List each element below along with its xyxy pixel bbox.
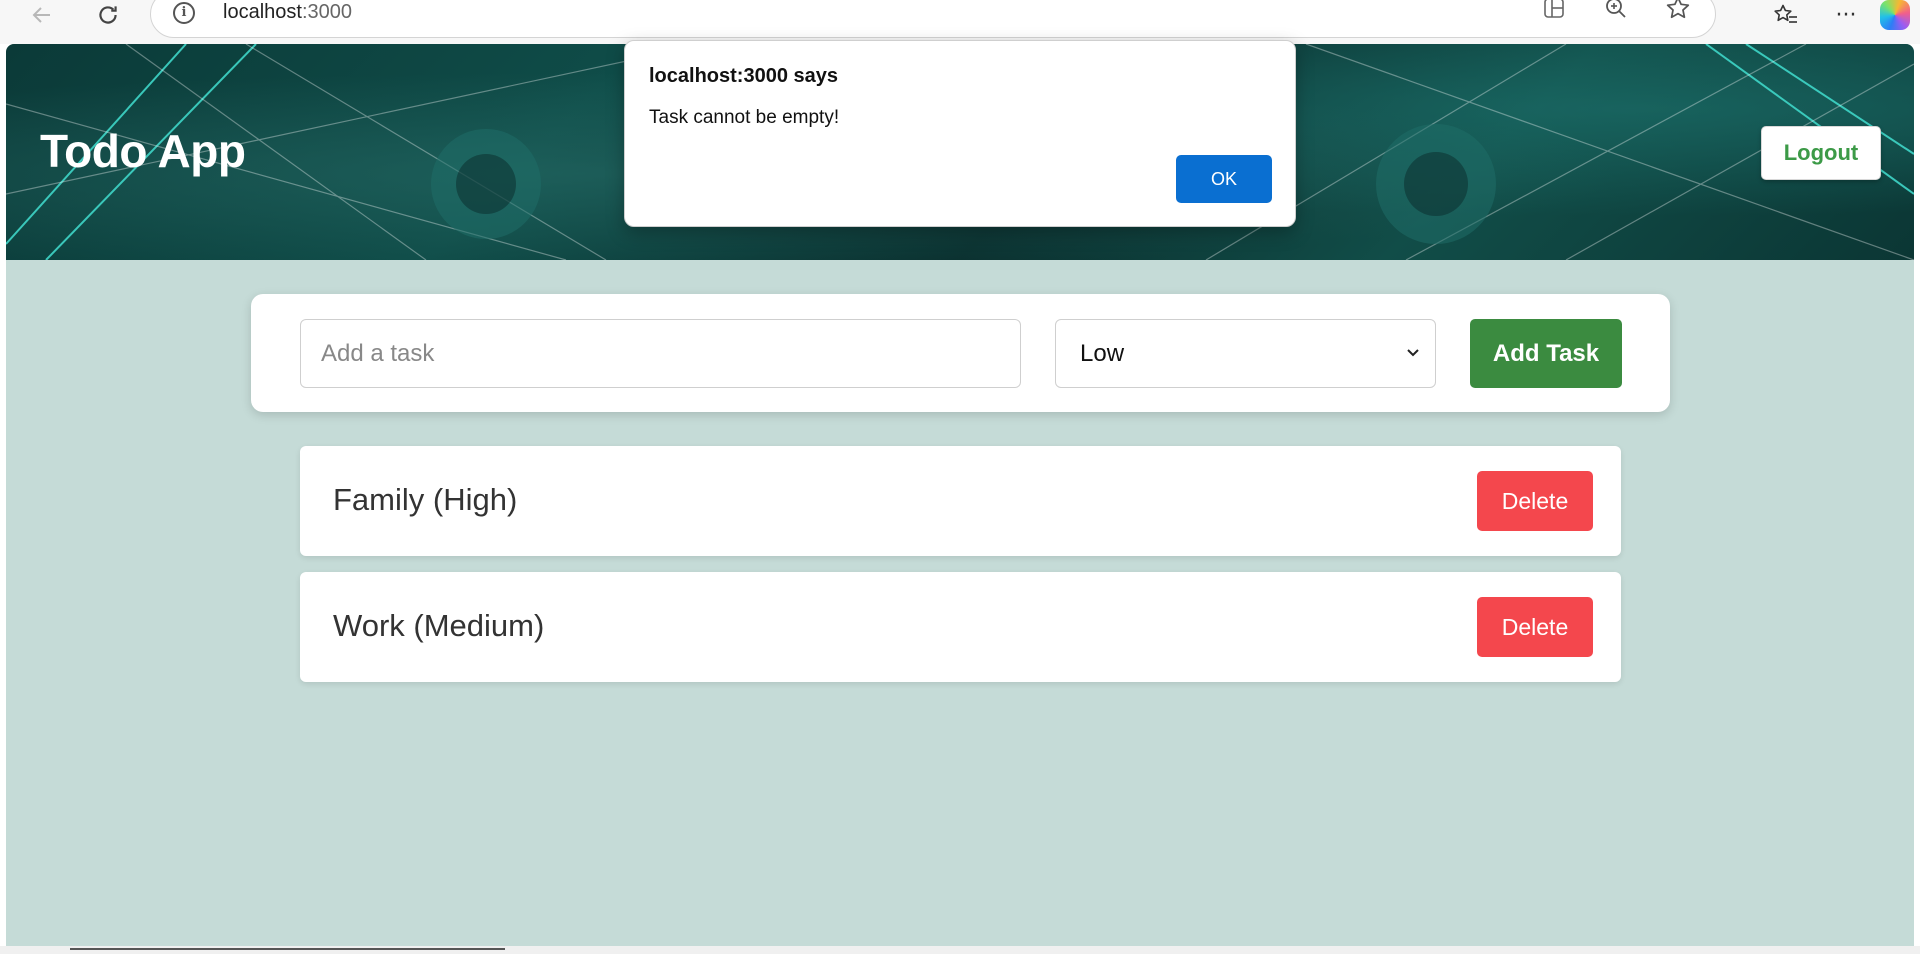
- url-port: :3000: [301, 1, 352, 23]
- site-info-icon[interactable]: i: [173, 2, 195, 24]
- more-options-icon[interactable]: ···: [1816, 0, 1876, 30]
- dialog-message: Task cannot be empty!: [649, 107, 840, 128]
- add-task-card: Low Add Task: [251, 294, 1670, 412]
- priority-select[interactable]: Low: [1055, 319, 1436, 388]
- split-screen-icon[interactable]: [1541, 0, 1567, 21]
- chevron-down-icon: [1407, 349, 1419, 357]
- url-host: localhost: [223, 1, 302, 23]
- taskbar-edge: [0, 946, 1920, 954]
- taskbar-indicator: [70, 948, 505, 950]
- dialog-title: localhost:3000 says: [649, 65, 838, 87]
- favorite-star-icon[interactable]: [1665, 0, 1691, 21]
- copilot-icon[interactable]: [1880, 0, 1910, 30]
- browser-toolbar: i localhost:3000 ···: [0, 0, 1920, 44]
- back-button[interactable]: [22, 0, 62, 30]
- back-arrow-icon: [32, 7, 50, 23]
- task-item: Family (High) Delete: [300, 446, 1621, 556]
- delete-button[interactable]: Delete: [1477, 597, 1593, 657]
- dialog-ok-button[interactable]: OK: [1176, 155, 1272, 203]
- priority-selected-value: Low: [1080, 339, 1125, 367]
- address-bar[interactable]: i localhost:3000: [150, 0, 1716, 38]
- task-text: Family (High): [333, 482, 518, 517]
- task-input[interactable]: [300, 319, 1021, 388]
- logout-button[interactable]: Logout: [1761, 126, 1881, 180]
- delete-button[interactable]: Delete: [1477, 471, 1593, 531]
- reload-button[interactable]: [88, 0, 128, 30]
- alert-dialog: localhost:3000 says Task cannot be empty…: [624, 40, 1296, 227]
- app-title: Todo App: [40, 125, 246, 177]
- task-item: Work (Medium) Delete: [300, 572, 1621, 682]
- task-text: Work (Medium): [333, 608, 545, 643]
- favorites-icon[interactable]: [1756, 0, 1816, 30]
- reload-icon: [99, 6, 117, 24]
- address-url: localhost:3000: [223, 1, 352, 24]
- add-task-button[interactable]: Add Task: [1470, 319, 1622, 388]
- zoom-icon[interactable]: [1603, 0, 1629, 21]
